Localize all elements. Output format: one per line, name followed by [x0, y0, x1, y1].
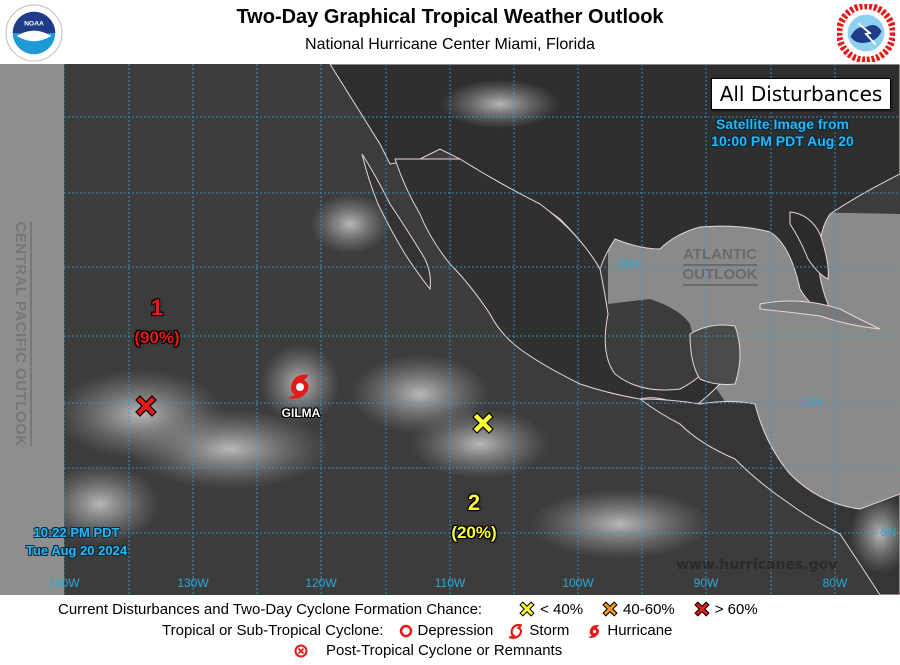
legend-row-cyclones: Tropical or Sub-Tropical Cyclone: Depres… [162, 622, 672, 639]
satellite-time: Satellite Image from 10:00 PM PDT Aug 20 [711, 116, 854, 149]
yellow-x-icon [519, 601, 535, 617]
legend-chance-mid: 40-60% [601, 600, 675, 618]
legend: Current Disturbances and Two-Day Cyclone… [0, 595, 900, 665]
issue-time: 10:22 PM PDT Tue Aug 20 2024 [25, 525, 128, 558]
legend-depression: Depression [399, 622, 493, 639]
header: NOAA Two-Day Graphical Tropical Weather … [0, 0, 900, 64]
lon-label-80w: 80W [822, 576, 848, 590]
legend-chance-high: > 60% [693, 600, 758, 618]
all-disturbances-label: All Disturbances [711, 78, 891, 110]
satellite-map[interactable]: CENTRAL PACIFIC OUTLOOK All Disturbances… [0, 64, 900, 595]
red-x-icon [694, 601, 710, 617]
hurricane-legend-icon [588, 624, 600, 638]
lon-label-130w: 130W [177, 576, 209, 590]
storm-symbol-icon [509, 623, 523, 639]
disturbance-2-chance[interactable]: (20%) [451, 523, 496, 543]
legend-disturbance-heading: Current Disturbances and Two-Day Cyclone… [58, 600, 483, 618]
lon-label-100w: 100W [562, 576, 594, 590]
lon-label-120w: 120W [305, 576, 337, 590]
orange-x-icon [602, 601, 618, 617]
depression-circle-icon [400, 624, 413, 637]
central-pacific-region [0, 64, 64, 595]
lat-label-15n: 15N [800, 395, 823, 409]
atlantic-outlook-label[interactable]: ATLANTIC OUTLOOK [672, 246, 768, 286]
hurricane-symbol-icon[interactable] [286, 371, 316, 401]
disturbance-1-number[interactable]: 1 [151, 295, 163, 321]
legend-chance-low: < 40% [518, 600, 583, 618]
website-watermark: www.hurricanes.gov [676, 557, 838, 573]
post-tropical-icon [294, 644, 308, 657]
disturbance-1-x-marker-icon[interactable] [133, 393, 159, 419]
disturbance-1-chance[interactable]: (90%) [134, 328, 179, 348]
nws-logo-icon [837, 4, 895, 62]
legend-row-disturbances: Current Disturbances and Two-Day Cyclone… [58, 600, 758, 618]
legend-row-post-tropical: Post-Tropical Cyclone or Remnants [294, 642, 562, 659]
disturbance-2-number[interactable]: 2 [468, 490, 480, 516]
page-subtitle: National Hurricane Center Miami, Florida [305, 36, 595, 53]
land-yucatan [689, 324, 741, 385]
legend-storm: Storm [509, 622, 569, 639]
legend-cyclone-heading: Tropical or Sub-Tropical Cyclone: [162, 622, 384, 639]
lon-label-90w: 90W [693, 576, 719, 590]
lon-label-140w: 140W [48, 576, 80, 590]
lon-label-110w: 110W [434, 576, 466, 590]
lat-label-5n: 5N [881, 525, 897, 539]
disturbance-2-x-marker-icon[interactable] [470, 410, 496, 436]
storm-name-gilma[interactable]: GILMA [282, 406, 321, 420]
page-title: Two-Day Graphical Tropical Weather Outlo… [236, 6, 664, 28]
legend-hurricane: Hurricane [587, 622, 672, 639]
lat-label-25n: 25N [617, 257, 640, 271]
central-pacific-outlook-label[interactable]: CENTRAL PACIFIC OUTLOOK [12, 214, 32, 454]
